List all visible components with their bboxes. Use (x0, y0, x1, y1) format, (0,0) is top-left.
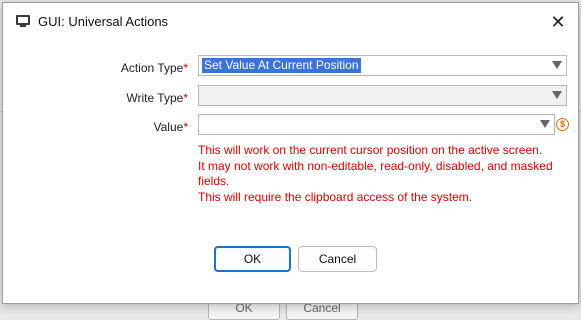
write-type-label-text: Write Type (126, 91, 184, 105)
warning-line: It may not work with non-editable, read-… (198, 158, 553, 189)
value-label: Value* (68, 120, 188, 134)
warning-message: This will work on the current cursor pos… (198, 143, 563, 205)
app-window-icon (16, 15, 30, 27)
cancel-button[interactable]: Cancel (298, 246, 377, 272)
write-type-select[interactable] (198, 85, 567, 106)
write-type-label: Write Type* (68, 91, 188, 105)
chevron-down-icon[interactable] (540, 120, 550, 128)
universal-actions-dialog: GUI: Universal Actions ✕ Action Type* Se… (2, 2, 579, 304)
action-type-select[interactable]: Set Value At Current Position (198, 55, 567, 76)
ok-button[interactable]: OK (214, 246, 291, 272)
required-marker: * (183, 120, 188, 134)
value-input[interactable] (198, 114, 555, 135)
dollar-variable-icon[interactable]: $ (556, 118, 569, 131)
required-marker: * (183, 61, 188, 75)
action-type-selected-value: Set Value At Current Position (202, 58, 361, 73)
value-label-text: Value (153, 120, 184, 134)
chevron-down-icon[interactable] (552, 61, 562, 69)
action-type-label: Action Type* (68, 61, 188, 75)
dialog-title: GUI: Universal Actions (38, 14, 169, 29)
chevron-down-icon[interactable] (552, 91, 562, 99)
required-marker: * (183, 91, 188, 105)
close-icon[interactable]: ✕ (544, 9, 572, 35)
warning-line: This will require the clipboard access o… (198, 189, 473, 204)
title-bar: GUI: Universal Actions ✕ (3, 3, 578, 41)
action-type-label-text: Action Type (120, 61, 184, 75)
warning-line: This will work on the current cursor pos… (198, 143, 543, 157)
